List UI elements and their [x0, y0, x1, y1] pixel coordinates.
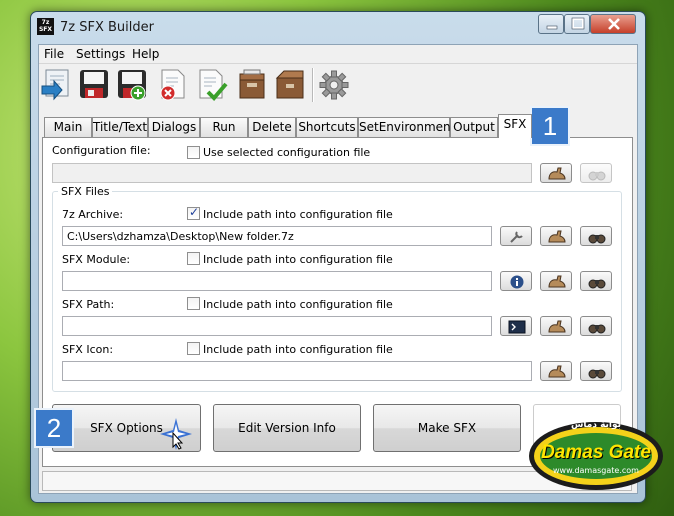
toolbar-delete-config[interactable] [156, 68, 188, 102]
module-info-button[interactable] [500, 271, 532, 291]
watermark-brand: Damas Gate [541, 442, 651, 463]
path-search-button[interactable] [580, 316, 612, 336]
path-include-path-checkbox[interactable] [187, 297, 200, 310]
browse-hand-icon [548, 365, 566, 378]
damas-gate-watermark: بوابة دماس Damas Gate www.damasgate.com [527, 412, 665, 494]
tab-dialogs[interactable]: Dialogs [148, 117, 200, 137]
binoculars-icon [588, 324, 606, 334]
module-include-path-label: Include path into configuration file [203, 253, 393, 266]
minimize-button[interactable] [538, 14, 564, 34]
module-browse-button[interactable] [540, 271, 572, 291]
menu-divider [39, 63, 637, 64]
icon-include-path-label: Include path into configuration file [203, 343, 393, 356]
sfx-path-input[interactable] [62, 316, 492, 336]
config-file-input[interactable] [52, 163, 532, 183]
tab-title-text[interactable]: Title/Text [92, 117, 148, 137]
save-new-icon [118, 70, 146, 101]
window-title: 7z SFX Builder [60, 20, 154, 35]
module-path-input[interactable] [62, 271, 492, 291]
icon-include-path-checkbox[interactable] [187, 342, 200, 355]
path-include-path-label: Include path into configuration file [203, 298, 393, 311]
delete-config-icon [160, 69, 185, 101]
console-icon [508, 320, 526, 334]
browse-hand-icon [548, 320, 566, 333]
toolbar-archive-open[interactable] [274, 68, 306, 102]
minimize-icon [546, 25, 558, 30]
browse-hand-icon [548, 230, 566, 243]
path-label: SFX Path: [62, 298, 115, 311]
close-button[interactable] [590, 14, 636, 34]
archive-search-button[interactable] [580, 226, 612, 246]
save-icon [80, 70, 108, 98]
module-include-path-checkbox[interactable] [187, 252, 200, 265]
icon-browse-button[interactable] [540, 361, 572, 381]
toolbar-separator [312, 68, 313, 102]
path-browse-button[interactable] [540, 316, 572, 336]
tab-main[interactable]: Main [44, 117, 92, 137]
info-icon [510, 275, 524, 289]
config-browse-button[interactable] [540, 163, 572, 183]
tab-sfx[interactable]: SFX [498, 114, 532, 138]
toolbar-save[interactable] [78, 68, 110, 102]
make-sfx-button[interactable]: Make SFX [373, 404, 521, 452]
archive-browse-button[interactable] [540, 226, 572, 246]
tab-setenvironment[interactable]: SetEnvironment [358, 117, 455, 137]
toolbar-check-config[interactable] [196, 68, 228, 102]
tab-output[interactable]: Output [450, 117, 498, 137]
menu-help[interactable]: Help [132, 47, 159, 61]
app-logo-icon: 7z SFX [37, 18, 54, 35]
archive-include-path-label: Include path into configuration file [203, 208, 393, 221]
path-console-button[interactable] [500, 316, 532, 336]
annotation-badge-2: 2 [34, 408, 74, 448]
module-search-button[interactable] [580, 271, 612, 291]
binoculars-icon [588, 279, 606, 289]
binoculars-icon [588, 369, 606, 379]
archive-tool-button[interactable] [500, 226, 532, 246]
archive-path-input[interactable]: C:\Users\dzhamza\Desktop\New folder.7z [62, 226, 492, 246]
maximize-button[interactable] [564, 14, 590, 34]
config-search-button[interactable] [580, 163, 612, 183]
toolbar-settings[interactable] [318, 68, 350, 102]
use-selected-config-checkbox[interactable] [187, 146, 200, 159]
tab-run[interactable]: Run [200, 117, 248, 137]
sfx-icon-input[interactable] [62, 361, 532, 381]
icon-label: SFX Icon: [62, 343, 114, 356]
toolbar-archive[interactable] [236, 68, 268, 102]
watermark-arabic: بوابة دماس [570, 420, 622, 430]
archive-label: 7z Archive: [62, 208, 124, 221]
edit-version-info-button[interactable]: Edit Version Info [213, 404, 361, 452]
binoculars-icon [588, 234, 606, 244]
wrench-icon [510, 231, 523, 243]
archive-include-path-checkbox[interactable] [187, 205, 200, 220]
icon-search-button[interactable] [580, 361, 612, 381]
close-icon [608, 18, 620, 30]
check-config-icon [199, 69, 228, 101]
menu-file[interactable]: File [44, 47, 64, 61]
toolbar-save-as[interactable] [40, 68, 72, 102]
sfx-files-legend: SFX Files [58, 185, 113, 198]
browse-hand-icon [548, 167, 566, 180]
archive-box-icon [239, 69, 265, 99]
save-as-icon [41, 69, 69, 101]
config-file-label: Configuration file: [52, 144, 151, 157]
toolbar-save-new[interactable] [116, 68, 148, 102]
watermark-url: www.damasgate.com [553, 466, 639, 475]
use-selected-config-label: Use selected configuration file [203, 146, 371, 159]
module-label: SFX Module: [62, 253, 131, 266]
tab-shortcuts[interactable]: Shortcuts [296, 117, 358, 137]
browse-hand-icon [548, 275, 566, 288]
binoculars-icon [588, 171, 606, 181]
annotation-badge-1: 1 [530, 106, 570, 146]
mouse-cursor-icon [172, 432, 184, 450]
maximize-icon [571, 17, 585, 30]
tab-delete[interactable]: Delete [248, 117, 296, 137]
archive-open-icon [275, 70, 304, 99]
menu-settings[interactable]: Settings [76, 47, 125, 61]
settings-gear-icon [319, 70, 349, 100]
